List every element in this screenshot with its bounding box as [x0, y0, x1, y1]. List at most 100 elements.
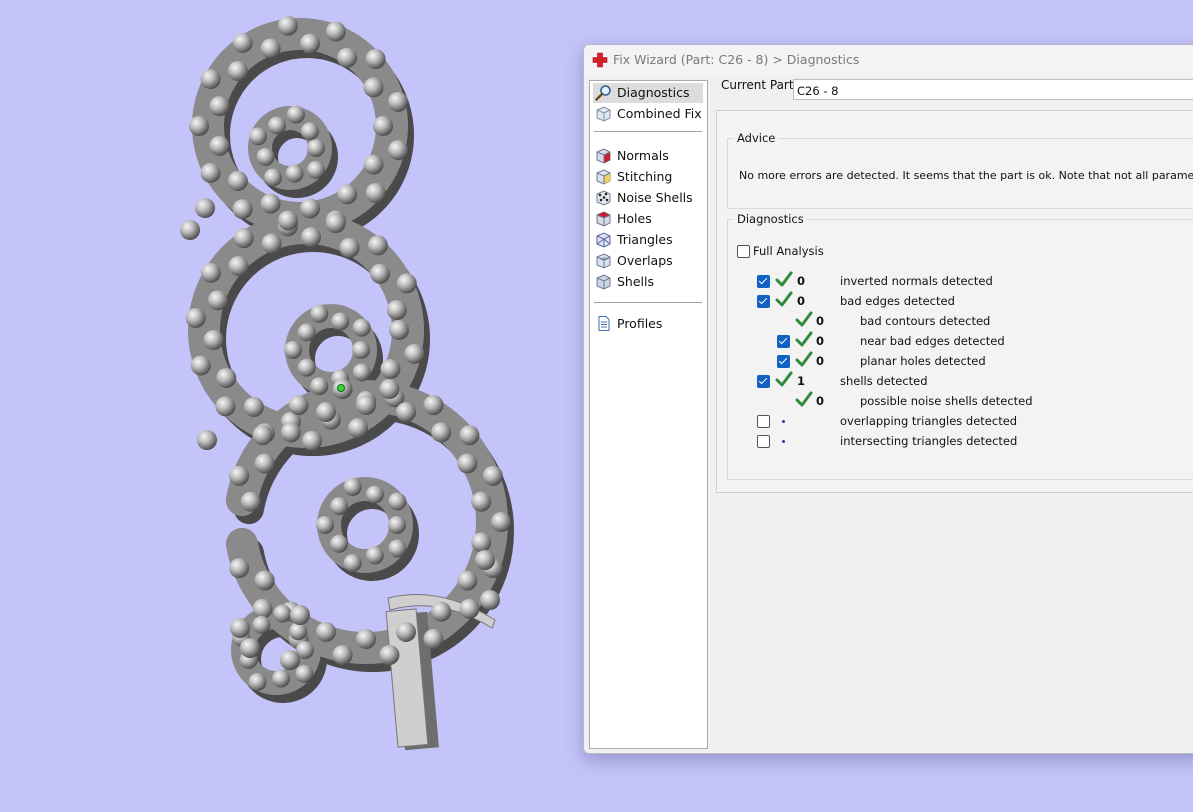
stone-ball [254, 570, 275, 591]
stone-ball [388, 539, 407, 558]
diagnostics-title: Diagnostics [737, 212, 804, 226]
stone-ball [285, 164, 304, 183]
stone-ball [404, 343, 425, 364]
overlapping-triangles-checkbox[interactable] [757, 415, 770, 428]
current-part-label: Current Part: [721, 78, 798, 92]
nav-label: Shells [617, 274, 655, 289]
3d-viewport[interactable] [0, 0, 580, 812]
row-count: 0 [797, 274, 806, 288]
row-count: 0 [816, 394, 825, 408]
shells-checkbox[interactable] [757, 375, 770, 388]
stone-ball [215, 396, 236, 417]
stone-ball [256, 147, 275, 166]
nav-label: Holes [617, 211, 652, 226]
stone-ball [310, 304, 329, 323]
nav-item-overlaps[interactable]: Overlaps [593, 251, 703, 271]
stone-ball [388, 516, 406, 534]
stone-ball [396, 621, 417, 642]
stone-ball [332, 644, 353, 665]
check-icon [795, 391, 813, 407]
stone-ball [365, 546, 384, 565]
stone-ball [356, 629, 376, 649]
planar-holes-checkbox[interactable] [777, 355, 790, 368]
stone-ball [227, 171, 248, 192]
stone-ball [278, 210, 299, 231]
stone-ball [330, 534, 349, 553]
stone-ball [480, 590, 500, 610]
row-label: bad contours detected [860, 314, 991, 328]
stone-ball [457, 570, 478, 591]
stone-ball [423, 395, 444, 416]
diagnostics-group: Diagnostics Full Analysis 0 inverted nor… [727, 212, 1193, 480]
stone-ball [379, 644, 400, 665]
stone-ball [396, 273, 417, 294]
advice-group: Advice No more errors are detected. It s… [727, 131, 1193, 209]
stone-ball [373, 116, 393, 136]
stone-ball [297, 358, 316, 377]
current-part-input[interactable] [794, 82, 1193, 98]
stone-ball [365, 182, 386, 203]
stone-ball [310, 377, 329, 396]
nav-item-triangles[interactable]: Triangles [593, 230, 703, 250]
nav-item-stitching[interactable]: Stitching [593, 167, 703, 187]
nav-item-holes[interactable]: Holes [593, 209, 703, 229]
stone-ball [195, 198, 215, 218]
current-part-field[interactable] [793, 79, 1193, 100]
stone-ball [209, 135, 230, 156]
row-label: planar holes detected [860, 354, 986, 368]
full-analysis-label: Full Analysis [753, 244, 824, 258]
row-count: 0 [816, 314, 825, 328]
stone-ball [277, 15, 298, 36]
nav-item-noise-shells[interactable]: Noise Shells [593, 188, 703, 208]
stone-ball [180, 220, 200, 240]
stone-ball [229, 465, 250, 486]
stone-ball [459, 598, 480, 619]
red-cross-icon [592, 52, 608, 68]
nav-item-shells[interactable]: Shells [593, 272, 703, 292]
stone-ball [386, 300, 407, 321]
check-icon [795, 311, 813, 327]
stone-ball [347, 418, 368, 439]
stone-ball [325, 21, 346, 42]
check-icon [775, 371, 793, 387]
overlaps-cube-icon [596, 253, 611, 269]
check-icon [795, 331, 813, 347]
stone-ball [189, 116, 209, 136]
stone-ball [280, 650, 300, 670]
stone-ball [363, 154, 384, 175]
row-count: 0 [816, 354, 825, 368]
bad-edges-checkbox[interactable] [757, 295, 770, 308]
stone-ball [370, 263, 391, 284]
stone-ball [252, 615, 271, 634]
intersecting-triangles-checkbox[interactable] [757, 435, 770, 448]
advice-title: Advice [737, 131, 776, 145]
stone-ball [200, 162, 221, 183]
nav-item-diagnostics[interactable]: Diagnostics [593, 83, 703, 103]
stone-ball [230, 618, 250, 638]
stone-ball [207, 290, 228, 311]
stone-ball [268, 116, 286, 135]
nav-item-combined-fix[interactable]: Combined Fix [593, 104, 703, 124]
document-icon [598, 316, 610, 331]
stone-ball [227, 60, 248, 81]
part-model [180, 15, 514, 751]
inverted-normals-checkbox[interactable] [757, 275, 770, 288]
noise-shells-icon [596, 190, 611, 206]
stone-ball [388, 91, 409, 112]
stone-ball [232, 199, 253, 220]
window-title: Fix Wizard (Part: C26 - 8) > Diagnostics [613, 52, 860, 67]
stone-ball [229, 558, 250, 579]
stone-ball [388, 492, 407, 511]
full-analysis-checkbox[interactable] [737, 245, 750, 258]
row-count: 0 [816, 334, 825, 348]
near-bad-edges-checkbox[interactable] [777, 335, 790, 348]
stone-ball [471, 532, 492, 553]
stone-ball [302, 430, 323, 451]
stone-ball [286, 105, 305, 124]
stone-ball [343, 477, 362, 496]
stone-ball [352, 363, 371, 382]
nav-item-normals[interactable]: Normals [593, 146, 703, 166]
stone-ball [380, 359, 401, 380]
nav-item-profiles[interactable]: Profiles [593, 314, 703, 334]
shells-cube-icon [596, 274, 611, 290]
